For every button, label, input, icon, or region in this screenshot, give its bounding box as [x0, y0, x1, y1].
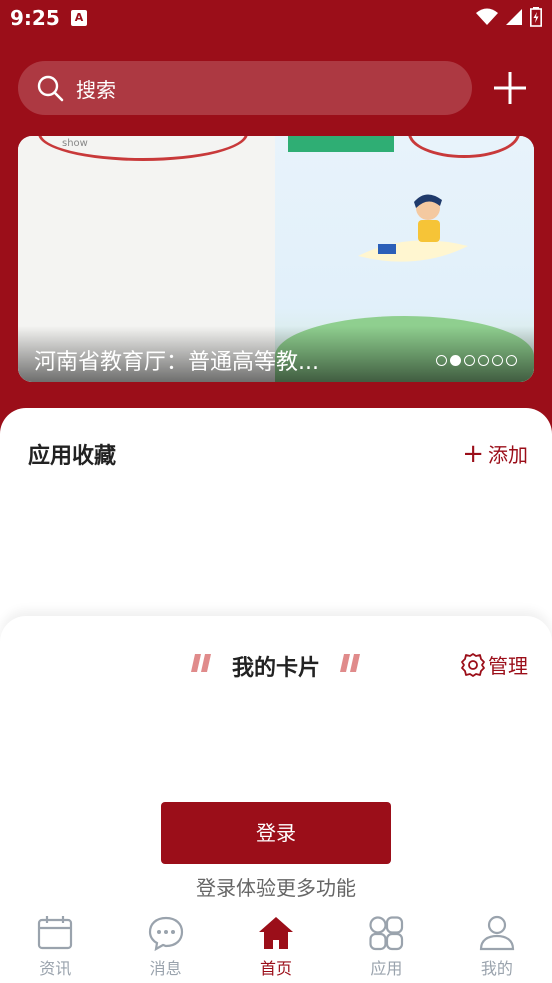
- plus-icon: +: [462, 438, 484, 469]
- signal-icon: [506, 9, 522, 25]
- login-hint: 登录体验更多功能: [196, 876, 356, 900]
- home-icon: [259, 917, 294, 949]
- carousel-dot-active: [450, 355, 461, 366]
- tab-label: 消息: [149, 959, 182, 978]
- status-icons: [476, 7, 542, 27]
- tab-profile[interactable]: 我的: [442, 906, 552, 983]
- status-bar: 9:25 A: [0, 0, 552, 38]
- favorites-title: 应用收藏: [28, 444, 117, 469]
- tab-messages[interactable]: 消息: [110, 906, 220, 983]
- tab-home[interactable]: 首页: [221, 906, 331, 983]
- gear-icon: [461, 652, 485, 677]
- carousel-dot: [464, 355, 475, 366]
- banner-green-block: [288, 136, 394, 152]
- add-label: 添加: [488, 443, 528, 467]
- carousel-dot: [436, 355, 447, 366]
- title-decoration-icon: [340, 654, 360, 672]
- wifi-icon: [476, 8, 498, 25]
- carousel-dot: [478, 355, 489, 366]
- user-icon: [479, 915, 514, 951]
- tab-label: 应用: [370, 959, 403, 978]
- banner-small-text: show: [62, 138, 88, 149]
- news-banner[interactable]: show 河南省教育厅：普通高等教...: [18, 136, 534, 382]
- carousel-dot: [492, 355, 503, 366]
- carousel-dot: [506, 355, 517, 366]
- tab-apps[interactable]: 应用: [331, 906, 441, 983]
- tab-label: 资讯: [39, 959, 72, 978]
- apps-icon: [369, 916, 404, 951]
- carousel-dots: [436, 355, 517, 366]
- bottom-tab-bar: 资讯 消息 首页 应用 我的: [0, 906, 552, 983]
- tab-news[interactable]: 资讯: [0, 906, 110, 983]
- calendar-icon: [38, 916, 73, 950]
- cards-title: 我的卡片: [231, 656, 320, 681]
- app-notification-icon: A: [71, 10, 87, 26]
- add-favorite-button[interactable]: + 添加: [462, 439, 528, 468]
- status-time: 9:25: [10, 6, 60, 30]
- search-bar[interactable]: 搜索: [18, 61, 472, 115]
- battery-icon: [530, 7, 542, 27]
- plus-icon[interactable]: [492, 70, 528, 106]
- manage-label: 管理: [488, 654, 528, 678]
- search-icon: [37, 75, 64, 102]
- login-button[interactable]: 登录: [161, 802, 391, 864]
- search-placeholder: 搜索: [76, 77, 116, 102]
- manage-cards-button[interactable]: 管理: [460, 650, 528, 679]
- tab-label: 我的: [480, 959, 513, 978]
- tab-label: 首页: [260, 959, 293, 978]
- banner-caption: 河南省教育厅：普通高等教...: [34, 350, 319, 375]
- reading-boy-illustration: [358, 194, 468, 262]
- chat-icon: [148, 916, 183, 952]
